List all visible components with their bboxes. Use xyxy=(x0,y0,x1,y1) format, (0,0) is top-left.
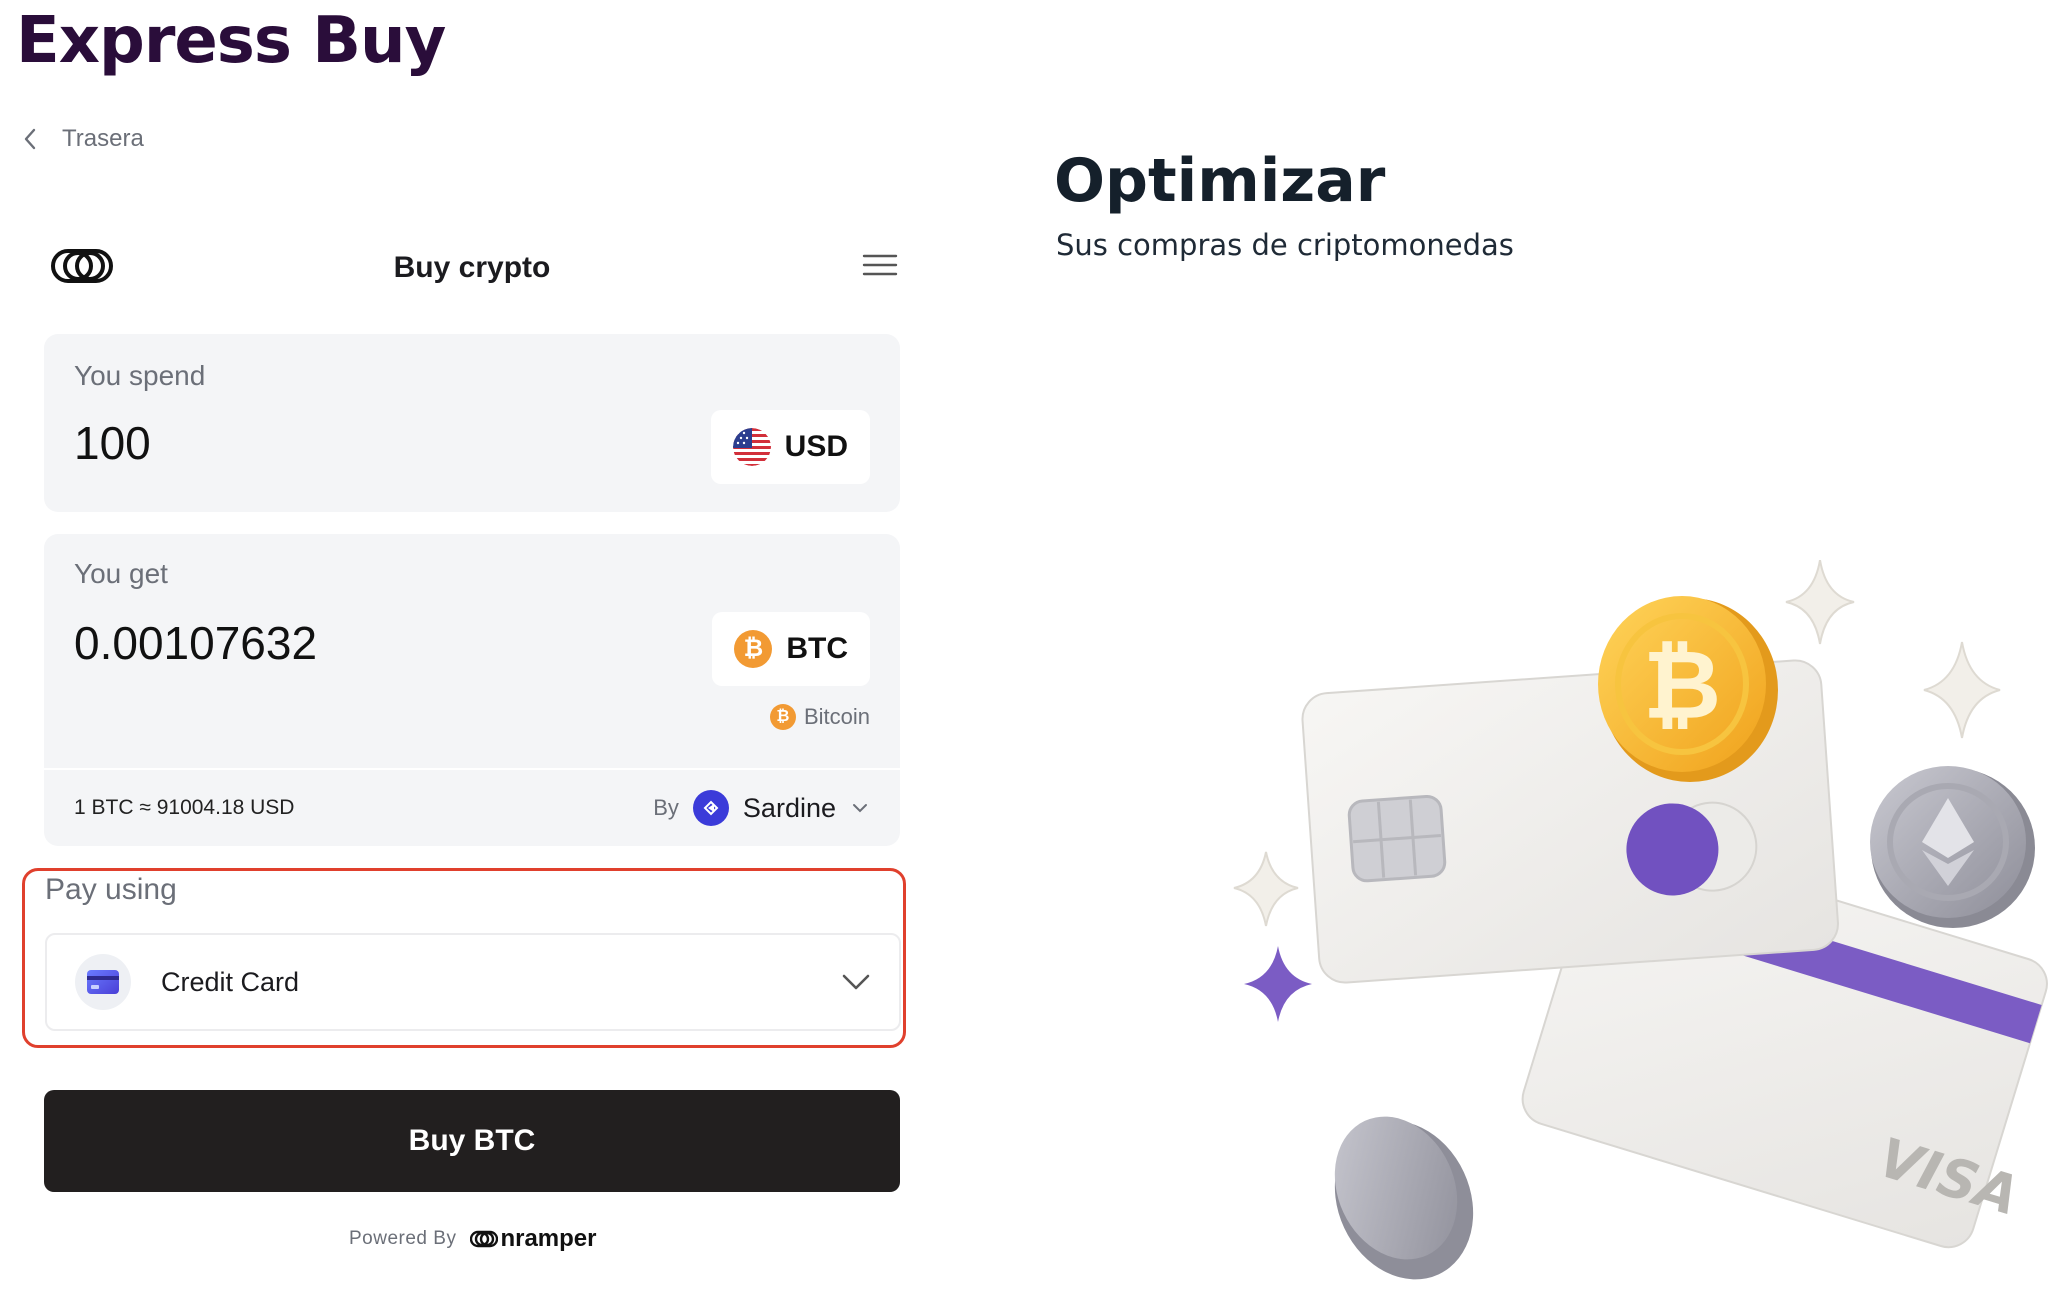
us-flag-icon xyxy=(732,428,771,466)
powered-by-label: Powered By xyxy=(349,1228,457,1249)
spend-currency-selector[interactable]: USD xyxy=(710,410,870,484)
spend-card: You spend U xyxy=(44,334,900,512)
network-tag: ₿ Bitcoin xyxy=(769,704,870,730)
crypto-cards-illustration: VISA ₿ xyxy=(1233,560,2048,1280)
spend-currency-code: USD xyxy=(784,430,848,463)
chevron-left-icon xyxy=(24,128,36,150)
bitcoin-network-icon: ₿ xyxy=(769,704,796,730)
onramper-mark-icon xyxy=(470,1230,499,1248)
get-card: You get ₿ BTC ₿ Bitcoin 1 BTC ≈ 91004.18… xyxy=(44,534,900,846)
by-label: By xyxy=(653,795,679,820)
payment-method-select[interactable]: Credit Card xyxy=(45,933,901,1031)
onramper-logo-icon xyxy=(51,249,113,283)
sparkle-icon xyxy=(1920,641,2004,739)
widget-header: Buy crypto xyxy=(44,236,900,300)
chevron-down-icon xyxy=(853,804,867,813)
sparkle-icon xyxy=(1785,560,1855,645)
powered-by: Powered By nramper xyxy=(349,1224,597,1254)
buy-btc-button[interactable]: Buy BTC xyxy=(44,1090,900,1192)
hamburger-menu-icon[interactable] xyxy=(860,250,900,280)
spend-label: You spend xyxy=(74,360,206,391)
page-title: Express Buy xyxy=(16,4,446,78)
sparkle-icon xyxy=(1233,851,1299,927)
payment-method-value: Credit Card xyxy=(161,966,300,997)
credit-card-icon xyxy=(75,954,131,1010)
get-currency-code: BTC xyxy=(786,632,848,665)
get-amount-input[interactable] xyxy=(74,616,574,670)
bitcoin-coin-symbol: ₿ xyxy=(1643,629,1721,741)
chevron-down-icon xyxy=(842,974,870,990)
pay-using-label: Pay using xyxy=(45,873,177,906)
hero-title: Optimizar xyxy=(1054,146,1386,216)
hero-subtitle: Sus compras de criptomonedas xyxy=(1056,228,1514,262)
get-label: You get xyxy=(74,558,168,589)
network-label: Bitcoin xyxy=(803,704,870,729)
provider-name: Sardine xyxy=(742,792,836,823)
sparkle-icon xyxy=(1244,946,1312,1022)
sardine-logo-icon xyxy=(692,790,729,826)
buy-crypto-widget: Buy crypto You spend 100 USD You get 0.0… xyxy=(44,236,900,846)
spend-amount-input[interactable] xyxy=(74,416,574,470)
back-label: Trasera xyxy=(62,125,144,152)
bitcoin-icon: ₿ xyxy=(734,630,773,668)
get-currency-selector[interactable]: ₿ BTC xyxy=(712,612,870,686)
back-link[interactable]: Trasera xyxy=(22,122,144,156)
pay-using-section: Pay using Credit Card xyxy=(22,868,906,1048)
provider-selector[interactable]: By Sardine xyxy=(653,790,870,826)
rate-row: 1 BTC ≈ 91004.18 USD By Sardine xyxy=(44,768,900,846)
onramper-brand[interactable]: nramper xyxy=(470,1225,597,1253)
exchange-rate: 1 BTC ≈ 91004.18 USD xyxy=(74,796,295,819)
widget-title: Buy crypto xyxy=(393,251,551,284)
onramper-brand-text: nramper xyxy=(500,1225,597,1252)
ethereum-coin-shape xyxy=(1870,766,2035,928)
grey-coin-shape xyxy=(1334,1116,1474,1280)
